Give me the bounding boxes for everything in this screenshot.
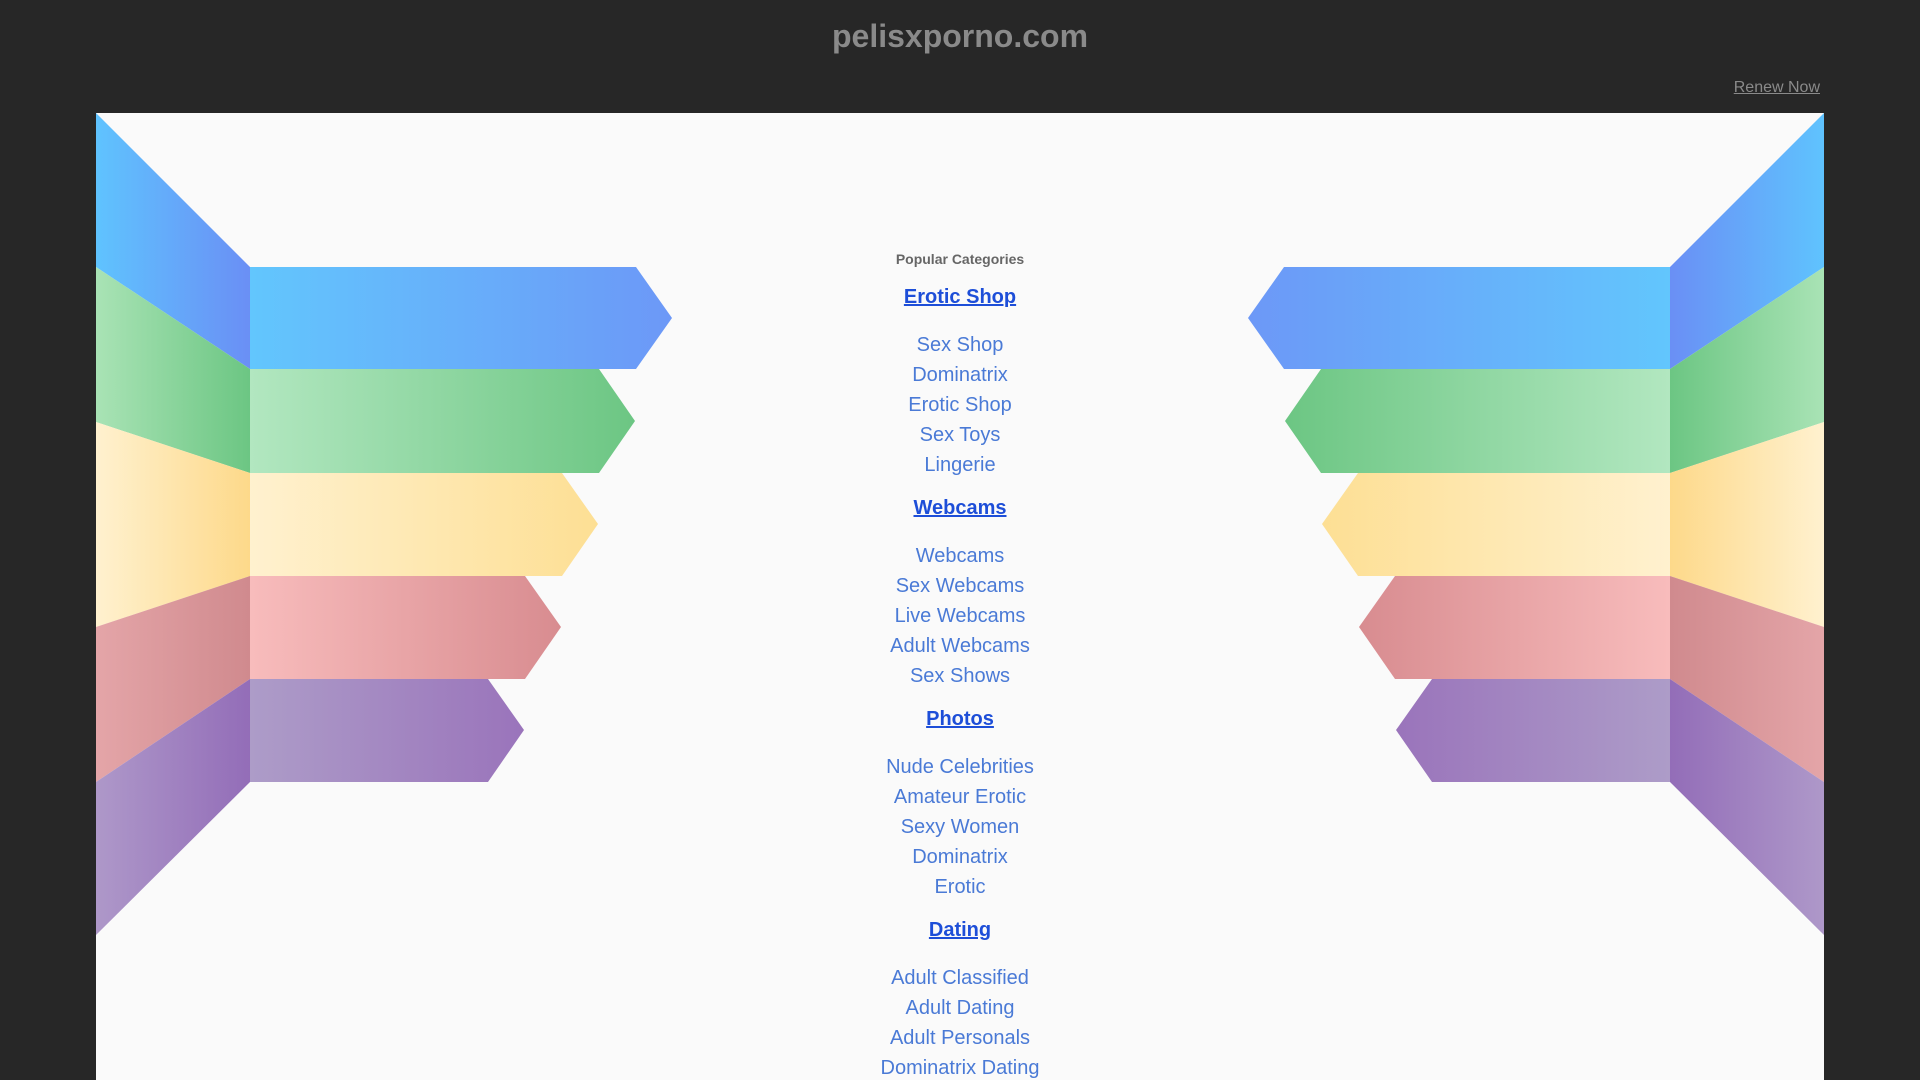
category-link[interactable]: Adult Dating: [96, 997, 1824, 1020]
category-title-dating[interactable]: Dating: [96, 919, 1824, 942]
category-link[interactable]: Erotic Shop: [96, 394, 1824, 417]
category-link[interactable]: Sexy Women: [96, 816, 1824, 839]
category-link[interactable]: Sex Shows: [96, 665, 1824, 688]
category-link[interactable]: Nude Celebrities: [96, 756, 1824, 779]
category-link[interactable]: Sex Webcams: [96, 575, 1824, 598]
category-link[interactable]: Dominatrix Dating: [96, 1057, 1824, 1080]
category-link[interactable]: Adult Personals: [96, 1027, 1824, 1050]
popular-categories-heading: Popular Categories: [895, 251, 1025, 267]
renew-now-link[interactable]: Renew Now: [1734, 79, 1820, 97]
category-link[interactable]: Dominatrix: [96, 846, 1824, 869]
category-link[interactable]: Sex Toys: [96, 424, 1824, 447]
category-link[interactable]: Lingerie: [96, 454, 1824, 477]
category-title-webcams[interactable]: Webcams: [96, 497, 1824, 520]
category-link[interactable]: Sex Shop: [96, 334, 1824, 357]
parked-domain-panel: Popular Categories Erotic Shop Sex Shop …: [96, 113, 1824, 1080]
category-link[interactable]: Live Webcams: [96, 605, 1824, 628]
category-link[interactable]: Adult Webcams: [96, 635, 1824, 658]
category-link[interactable]: Dominatrix: [96, 364, 1824, 387]
category-title-photos[interactable]: Photos: [96, 708, 1824, 731]
category-link[interactable]: Webcams: [96, 545, 1824, 568]
domain-title: pelisxporno.com: [831, 18, 1089, 54]
category-link[interactable]: Erotic: [96, 876, 1824, 899]
category-link[interactable]: Amateur Erotic: [96, 786, 1824, 809]
category-link[interactable]: Adult Classified: [96, 967, 1824, 990]
category-title-erotic-shop[interactable]: Erotic Shop: [96, 286, 1824, 309]
